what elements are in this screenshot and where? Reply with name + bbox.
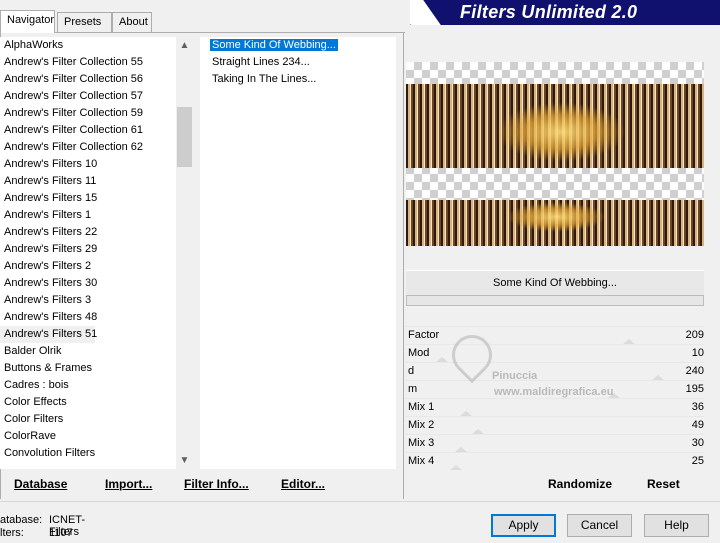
editor-button[interactable]: Editor... xyxy=(281,477,325,491)
category-item[interactable]: Andrew's Filters 48 xyxy=(0,309,176,326)
import-button[interactable]: Import... xyxy=(105,477,152,491)
category-item[interactable]: Andrew's Filter Collection 56 xyxy=(0,71,176,88)
watermark-name: Pinuccia xyxy=(492,370,538,382)
tab-navigator[interactable]: Navigator xyxy=(0,10,55,33)
category-item[interactable]: Andrew's Filters 15 xyxy=(0,190,176,207)
cancel-button[interactable]: Cancel xyxy=(567,514,632,537)
banner-title: Filters Unlimited 2.0 xyxy=(460,2,638,22)
param-slider[interactable]: Mix 4 25 xyxy=(406,452,704,470)
param-value: 49 xyxy=(691,419,704,431)
filter-info-button[interactable]: Filter Info... xyxy=(184,477,249,491)
param-value: 240 xyxy=(685,365,704,377)
watermark-url: www.maldiregrafica.eu xyxy=(494,386,614,398)
filter-item-label: Some Kind Of Webbing... xyxy=(210,39,338,51)
progress-bar xyxy=(406,295,704,306)
param-label: Mix 3 xyxy=(408,437,435,449)
help-button[interactable]: Help xyxy=(644,514,709,537)
reset-button[interactable]: Reset xyxy=(647,477,680,491)
param-label: Mod xyxy=(408,347,430,359)
scroll-up-arrow-icon[interactable]: ▲ xyxy=(176,37,193,54)
category-item[interactable]: Andrew's Filters 22 xyxy=(0,224,176,241)
param-value: 209 xyxy=(685,329,704,341)
category-item[interactable]: Color Effects xyxy=(0,394,176,411)
preview-glow-bottom xyxy=(506,202,606,232)
param-label: d xyxy=(408,365,415,377)
current-filter-name: Some Kind Of Webbing... xyxy=(406,270,704,295)
database-button[interactable]: Database xyxy=(14,477,67,491)
category-item[interactable]: Andrew's Filters 29 xyxy=(0,241,176,258)
category-item[interactable]: Andrew's Filters 30 xyxy=(0,275,176,292)
param-label: Factor xyxy=(408,329,440,341)
category-item[interactable]: Andrew's Filters 11 xyxy=(0,173,176,190)
scroll-thumb[interactable] xyxy=(177,107,192,167)
category-item[interactable]: ColorRave xyxy=(0,428,176,445)
filter-item[interactable]: Taking In The Lines... xyxy=(200,71,396,88)
param-value: 195 xyxy=(685,383,704,395)
tab-bar: Navigator Presets About xyxy=(0,10,405,33)
tab-presets[interactable]: Presets xyxy=(57,12,112,32)
filter-item[interactable]: Some Kind Of Webbing... xyxy=(200,37,396,54)
filter-item[interactable]: Straight Lines 234... xyxy=(200,54,396,71)
category-item[interactable]: Andrew's Filter Collection 55 xyxy=(0,54,176,71)
filter-preview xyxy=(406,62,704,246)
param-label: Mix 2 xyxy=(408,419,435,431)
category-item[interactable]: Color Filters xyxy=(0,411,176,428)
category-item[interactable]: Balder Olrik xyxy=(0,343,176,360)
category-item[interactable]: Andrew's Filters 2 xyxy=(0,258,176,275)
category-item[interactable]: Cadres : bois xyxy=(0,377,176,394)
apply-button[interactable]: Apply xyxy=(491,514,556,537)
scroll-down-arrow-icon[interactable]: ▼ xyxy=(176,452,193,469)
tab-about[interactable]: About xyxy=(112,12,152,32)
slider-thumb-icon[interactable] xyxy=(450,465,462,470)
category-item[interactable]: Andrew's Filter Collection 57 xyxy=(0,88,176,105)
param-slider[interactable]: Mix 3 30 xyxy=(406,434,704,452)
category-item[interactable]: Andrew's Filter Collection 59 xyxy=(0,105,176,122)
footer-divider xyxy=(0,501,720,502)
param-slider[interactable]: Factor 209 xyxy=(406,326,704,344)
randomize-button[interactable]: Randomize xyxy=(548,477,612,491)
param-slider[interactable]: d 240 xyxy=(406,362,704,380)
navigator-toolbar: Database Import... Filter Info... Editor… xyxy=(0,472,404,497)
category-item[interactable]: Andrew's Filter Collection 61 xyxy=(0,122,176,139)
param-value: 25 xyxy=(691,455,704,467)
filter-item-label: Taking In The Lines... xyxy=(212,73,317,85)
filter-item-label: Straight Lines 234... xyxy=(212,56,310,68)
param-label: Mix 4 xyxy=(408,455,435,467)
category-item[interactable]: Andrew's Filters 1 xyxy=(0,207,176,224)
category-list[interactable]: AlphaWorks Andrew's Filter Collection 55 A… xyxy=(0,37,176,469)
filters-label: lters: xyxy=(0,527,24,539)
param-slider[interactable]: Mix 1 36 xyxy=(406,398,704,416)
database-label: atabase: xyxy=(0,514,43,526)
category-item[interactable]: Buttons & Frames xyxy=(0,360,176,377)
filter-list[interactable]: Some Kind Of Webbing... Straight Lines 23… xyxy=(200,37,396,469)
category-item[interactable]: AlphaWorks xyxy=(0,37,176,54)
param-value: 30 xyxy=(691,437,704,449)
category-item[interactable]: Andrew's Filters 3 xyxy=(0,292,176,309)
param-value: 10 xyxy=(691,347,704,359)
filters-count: 1107 xyxy=(49,527,73,539)
param-label: m xyxy=(408,383,418,395)
param-label: Mix 1 xyxy=(408,401,435,413)
category-item[interactable]: Andrew's Filters 51 xyxy=(0,326,97,343)
preview-glow xyxy=(496,102,626,162)
category-scrollbar[interactable]: ▲ ▼ xyxy=(176,37,193,469)
category-item[interactable]: Andrew's Filter Collection 62 xyxy=(0,139,176,156)
category-item[interactable]: Andrew's Filters 10 xyxy=(0,156,176,173)
category-item[interactable]: Convolution Filters xyxy=(0,445,176,462)
param-slider[interactable]: Mix 2 49 xyxy=(406,416,704,434)
param-value: 36 xyxy=(691,401,704,413)
product-banner: Filters Unlimited 2.0 xyxy=(410,0,720,25)
parameter-sliders: Factor 209 Mod 10 d 240 m 195 Mix 1 36 Mix 2 49 Mix … xyxy=(406,326,704,470)
